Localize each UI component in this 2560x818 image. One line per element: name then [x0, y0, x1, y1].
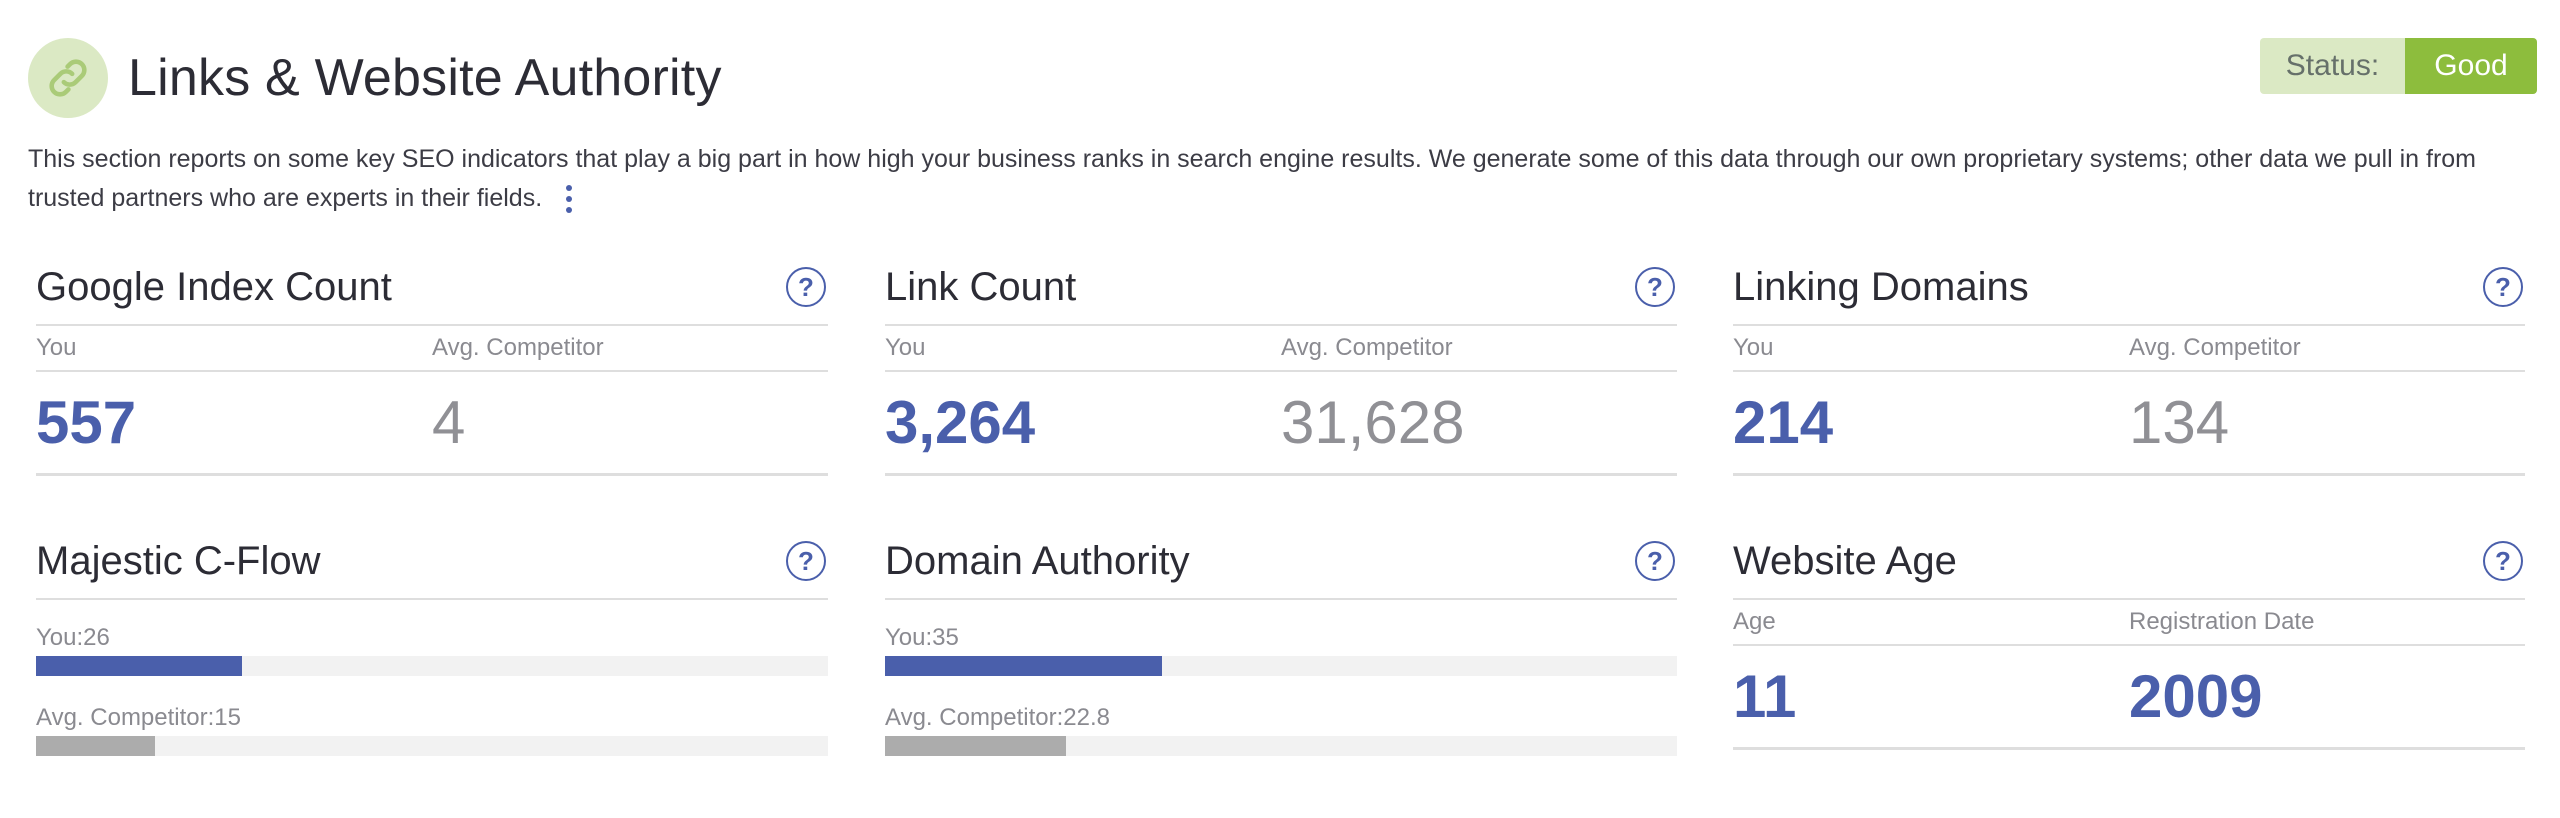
section-description: This section reports on some key SEO ind…	[28, 140, 2518, 218]
value-age: 11	[1733, 663, 1797, 730]
column-header-you: You	[1733, 334, 1774, 361]
column-header-registration-date: Registration Date	[2129, 608, 2315, 635]
card-title: Linking Domains	[1733, 264, 2029, 309]
bar-track-avg-competitor	[885, 736, 1677, 756]
bar-track-you	[36, 656, 828, 676]
card-domain-authority: Domain Authority ? You:35 Avg. Competito…	[885, 524, 1677, 756]
link-icon	[28, 38, 108, 118]
column-header-avg-competitor: Avg. Competitor	[1281, 334, 1453, 361]
value-you: 3,264	[885, 389, 1036, 456]
card-title: Domain Authority	[885, 538, 1190, 583]
card-title: Link Count	[885, 264, 1077, 309]
bar-fill-you	[36, 656, 242, 676]
value-you: 557	[36, 389, 137, 456]
bar-fill-you	[885, 656, 1163, 676]
column-header-you: You	[885, 334, 926, 361]
help-icon[interactable]: ?	[2483, 541, 2523, 581]
description-text: This section reports on some key SEO ind…	[28, 145, 2476, 212]
card-title: Website Age	[1733, 538, 1957, 583]
help-icon[interactable]: ?	[2483, 267, 2523, 307]
help-icon[interactable]: ?	[1635, 267, 1675, 307]
column-header-avg-competitor: Avg. Competitor	[432, 334, 604, 361]
value-avg-competitor: 31,628	[1281, 389, 1465, 456]
column-header-age: Age	[1733, 608, 1776, 635]
card-linking-domains: Linking Domains ? You Avg. Competitor 21…	[1733, 250, 2525, 476]
bar-fill-avg-competitor	[36, 736, 155, 756]
bar-label-avg-competitor: Avg. Competitor:15	[36, 704, 241, 731]
value-registration-date: 2009	[2129, 663, 2263, 730]
status-label: Status:	[2260, 38, 2405, 94]
card-google-index-count: Google Index Count ? You Avg. Competitor…	[36, 250, 828, 476]
section-header: Links & Website Authority	[28, 38, 722, 118]
column-header-you: You	[36, 334, 77, 361]
bar-fill-avg-competitor	[885, 736, 1066, 756]
bar-track-avg-competitor	[36, 736, 828, 756]
bar-label-avg-competitor: Avg. Competitor:22.8	[885, 704, 1111, 731]
value-avg-competitor: 4	[432, 389, 466, 456]
card-link-count: Link Count ? You Avg. Competitor 3,264 3…	[885, 250, 1677, 476]
card-title: Google Index Count	[36, 264, 392, 309]
card-website-age: Website Age ? Age Registration Date 11 2…	[1733, 524, 2525, 750]
column-header-avg-competitor: Avg. Competitor	[2129, 334, 2301, 361]
help-icon[interactable]: ?	[1635, 541, 1675, 581]
status-badge: Status: Good	[2260, 38, 2537, 94]
value-avg-competitor: 134	[2129, 389, 2230, 456]
bar-track-you	[885, 656, 1677, 676]
status-value: Good	[2405, 38, 2537, 94]
card-majestic-c-flow: Majestic C-Flow ? You:26 Avg. Competitor…	[36, 524, 828, 756]
card-title: Majestic C-Flow	[36, 538, 321, 583]
value-you: 214	[1733, 389, 1834, 456]
bar-label-you: You:26	[36, 624, 110, 651]
page-title: Links & Website Authority	[128, 49, 722, 107]
help-icon[interactable]: ?	[786, 267, 826, 307]
help-icon[interactable]: ?	[786, 541, 826, 581]
more-options-icon[interactable]	[566, 185, 573, 214]
bar-label-you: You:35	[885, 624, 959, 651]
